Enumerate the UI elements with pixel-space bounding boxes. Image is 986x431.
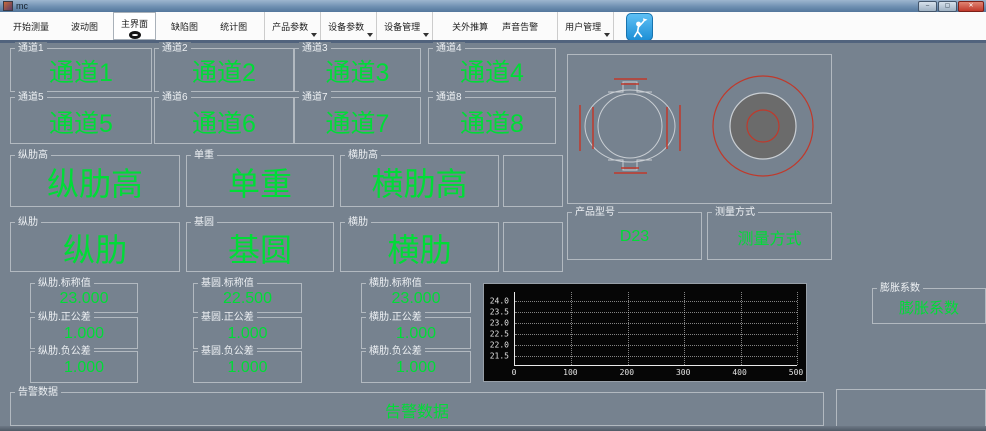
- chevron-down-icon: [311, 33, 317, 37]
- close-button[interactable]: ✕: [958, 1, 984, 12]
- empty-panel-c: [836, 389, 986, 427]
- trans-rib-minus-tol-field: 横肋.负公差 1.000: [361, 351, 471, 383]
- base-circle-value: 基圆: [187, 225, 333, 271]
- measure-method-panel: 测量方式 测量方式: [707, 212, 832, 260]
- channel-6-panel: 通道6 通道6: [154, 97, 294, 144]
- channel-3-panel: 通道3 通道3: [294, 48, 421, 92]
- toolbar-button-extrapolation[interactable]: 关外推算: [445, 12, 495, 40]
- trans-rib-panel: 横肋 横肋: [340, 222, 499, 272]
- unit-weight-value: 单重: [187, 158, 333, 206]
- channel-8-value: 通道8: [429, 100, 555, 143]
- base-circle-plus-tol-value: 1.000: [194, 320, 301, 348]
- toolbar-params-group: 产品参数 设备参数 设备管理: [264, 12, 433, 40]
- channel-8-panel: 通道8 通道8: [428, 97, 556, 144]
- trans-rib-value: 横肋: [341, 225, 498, 271]
- channel-6-value: 通道6: [155, 100, 293, 143]
- maximize-button[interactable]: ▢: [938, 1, 957, 12]
- long-rib-nominal-field: 纵肋.标称值 23.000: [30, 283, 138, 313]
- toolbar-button-product-params[interactable]: 产品参数: [265, 12, 321, 40]
- empty-panel-a: [503, 155, 563, 207]
- chart-plot: [514, 292, 797, 366]
- app-window: mc – ▢ ✕ 开始测量 波动图 主界面 缺陷图 统计图 产品参数 设备参数: [0, 0, 986, 431]
- channel-1-panel: 通道1 通道1: [10, 48, 152, 92]
- titlebar: mc – ▢ ✕: [0, 0, 986, 12]
- product-model-panel: 产品型号 D23: [567, 212, 702, 260]
- base-circle-panel: 基圆 基圆: [186, 222, 334, 272]
- toolbar-button-product-params-label: 产品参数: [272, 20, 308, 33]
- channel-4-value: 通道4: [429, 51, 555, 91]
- trans-rib-minus-tol-value: 1.000: [362, 354, 470, 382]
- toolbar: 开始测量 波动图 主界面 缺陷图 统计图 产品参数 设备参数 设备管理 关外推算…: [0, 12, 986, 41]
- channel-7-panel: 通道7 通道7: [294, 97, 421, 144]
- chevron-down-icon: [423, 33, 429, 37]
- product-model-value: D23: [568, 215, 701, 259]
- toolbar-button-user-manage-label: 用户管理: [565, 20, 601, 33]
- concentric-circles: [713, 76, 813, 176]
- trans-rib-plus-tol-value: 1.000: [362, 320, 470, 348]
- base-circle-nominal-field: 基圆.标称值 22.500: [193, 283, 302, 313]
- channel-1-value: 通道1: [11, 51, 151, 91]
- trans-rib-nominal-value: 23.000: [362, 286, 470, 312]
- base-circle-minus-tol-value: 1.000: [194, 354, 301, 382]
- channel-4-panel: 通道4 通道4: [428, 48, 556, 92]
- channel-7-value: 通道7: [295, 100, 420, 143]
- chevron-down-icon: [604, 33, 610, 37]
- toolbar-button-start-measure[interactable]: 开始测量: [6, 12, 56, 40]
- toolbar-button-defect-chart[interactable]: 缺陷图: [164, 12, 205, 40]
- long-rib-plus-tol-value: 1.000: [31, 320, 137, 348]
- expansion-coefficient-panel: 膨胀系数 膨胀系数: [872, 288, 986, 324]
- long-rib-height-panel: 纵肋高 纵肋高: [10, 155, 180, 207]
- long-rib-minus-tol-field: 纵肋.负公差 1.000: [30, 351, 138, 383]
- channel-2-value: 通道2: [155, 51, 293, 91]
- long-rib-nominal-value: 23.000: [31, 286, 137, 312]
- trans-rib-height-panel: 横肋高 横肋高: [340, 155, 499, 207]
- long-rib-panel: 纵肋 纵肋: [10, 222, 180, 272]
- toolbar-button-device-manage-label: 设备管理: [384, 20, 420, 33]
- main-client-area: 通道1 通道1 通道2 通道2 通道3 通道3 通道4 通道4 通道5 通道5 …: [0, 43, 986, 426]
- chevron-down-icon: [367, 33, 373, 37]
- rebar-schematic-panel: [567, 54, 832, 204]
- active-indicator-ring: [129, 31, 141, 39]
- alarm-data-panel: 告警数据 告警数据: [10, 392, 824, 426]
- toolbar-button-device-params-label: 设备参数: [328, 20, 364, 33]
- channel-3-value: 通道3: [295, 51, 420, 91]
- expansion-coefficient-value: 膨胀系数: [873, 291, 985, 323]
- unit-weight-panel: 单重 单重: [186, 155, 334, 207]
- toolbar-button-sound-alarm[interactable]: 声音告警: [495, 12, 545, 40]
- channel-5-panel: 通道5 通道5: [10, 97, 152, 144]
- rebar-cross-section: [580, 79, 680, 173]
- channel-5-value: 通道5: [11, 100, 151, 143]
- long-rib-minus-tol-value: 1.000: [31, 354, 137, 382]
- window-icon: [3, 1, 13, 11]
- trend-chart: 24.023.523.022.522.021.5 010020030040050…: [483, 283, 807, 382]
- trans-rib-height-value: 横肋高: [341, 158, 498, 206]
- base-circle-minus-tol-field: 基圆.负公差 1.000: [193, 351, 302, 383]
- base-circle-nominal-value: 22.500: [194, 286, 301, 312]
- alarm-data-value: 告警数据: [11, 395, 823, 425]
- rebar-schematic-drawing: [568, 55, 829, 201]
- person-flag-icon[interactable]: [626, 13, 653, 41]
- empty-panel-b: [503, 222, 563, 272]
- long-rib-value: 纵肋: [11, 225, 179, 271]
- trans-rib-nominal-field: 横肋.标称值 23.000: [361, 283, 471, 313]
- chart-x-axis: 0100200300400500: [514, 368, 797, 379]
- toolbar-button-device-manage[interactable]: 设备管理: [377, 12, 433, 40]
- toolbar-button-stats-chart[interactable]: 统计图: [213, 12, 254, 40]
- window-title: mc: [16, 1, 28, 11]
- window-bottom-edge: [0, 426, 986, 431]
- chart-y-axis: 24.023.523.022.522.021.5: [484, 292, 512, 366]
- toolbar-button-main-screen-label: 主界面: [121, 17, 148, 30]
- measure-method-value: 测量方式: [708, 215, 831, 259]
- toolbar-button-device-params[interactable]: 设备参数: [321, 12, 377, 40]
- minimize-button[interactable]: –: [918, 1, 937, 12]
- toolbar-button-user-manage[interactable]: 用户管理: [557, 12, 614, 40]
- toolbar-button-wave-chart[interactable]: 波动图: [64, 12, 105, 40]
- channel-2-panel: 通道2 通道2: [154, 48, 294, 92]
- long-rib-height-value: 纵肋高: [11, 158, 179, 206]
- toolbar-button-main-screen[interactable]: 主界面: [113, 12, 156, 40]
